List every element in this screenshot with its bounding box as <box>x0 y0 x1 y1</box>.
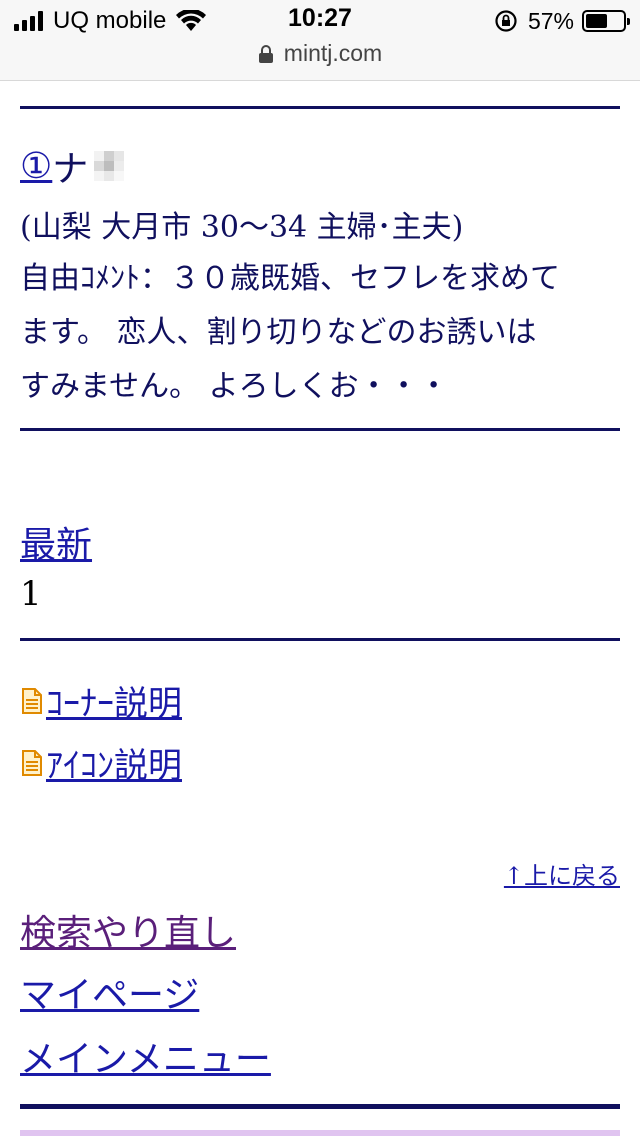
corner-description-link[interactable]: ｺｰﾅｰ説明 <box>46 676 182 725</box>
profile-name: ナ <box>52 149 89 190</box>
profile-name-line: ① ナ <box>20 140 125 192</box>
divider-bottom <box>20 1104 620 1109</box>
divider-after-pagination <box>20 638 620 641</box>
icon-description-item[interactable]: ｱｲｺﾝ説明 <box>22 738 182 787</box>
battery-fill <box>586 14 607 28</box>
comment-line: ます。 恋人、割り切りなどのお誘いは <box>20 315 537 350</box>
retry-search-link[interactable]: 検索やり直し <box>20 904 236 956</box>
battery-cap <box>627 18 630 25</box>
main-menu-link[interactable]: メインメニュー <box>20 1030 271 1082</box>
my-page-link[interactable]: マイページ <box>20 966 199 1018</box>
battery-icon <box>582 10 630 32</box>
padlock-icon <box>258 44 273 63</box>
address-bar[interactable]: mintj.com <box>0 40 640 67</box>
page-number: 1 <box>20 574 42 614</box>
censor-mosaic <box>94 151 125 181</box>
latest-link[interactable]: 最新 <box>20 516 92 568</box>
ios-status-bar: UQ mobile 10:27 57% mintj.com <box>0 0 640 81</box>
divider-top <box>20 106 620 109</box>
status-right: 57% <box>494 6 630 36</box>
document-icon <box>22 687 42 714</box>
profile-comment: 自由ｺﾒﾝﾄ：３０歳既婚、セフレを求めて ます。 恋人、割り切りなどのお誘いは … <box>20 252 620 414</box>
profile-meta: (山梨 大月市 30～34 主婦･主夫) <box>20 210 464 245</box>
comment-line: すみません。 よろしくお・・・ <box>20 369 449 404</box>
rotation-lock-icon <box>495 10 517 32</box>
back-to-top-link[interactable]: ↑上に戻る <box>504 856 620 891</box>
divider-after-profile <box>20 428 620 431</box>
battery-percentage: 57% <box>527 7 574 34</box>
url-text: mintj.com <box>283 40 383 66</box>
footer-strip <box>20 1130 620 1136</box>
comment-line: 自由ｺﾒﾝﾄ：３０歳既婚、セフレを求めて <box>20 261 560 296</box>
icon-description-link[interactable]: ｱｲｺﾝ説明 <box>46 738 182 787</box>
corner-description-item[interactable]: ｺｰﾅｰ説明 <box>22 676 182 725</box>
document-icon <box>22 749 42 776</box>
profile-number-link[interactable]: ① <box>20 146 52 187</box>
